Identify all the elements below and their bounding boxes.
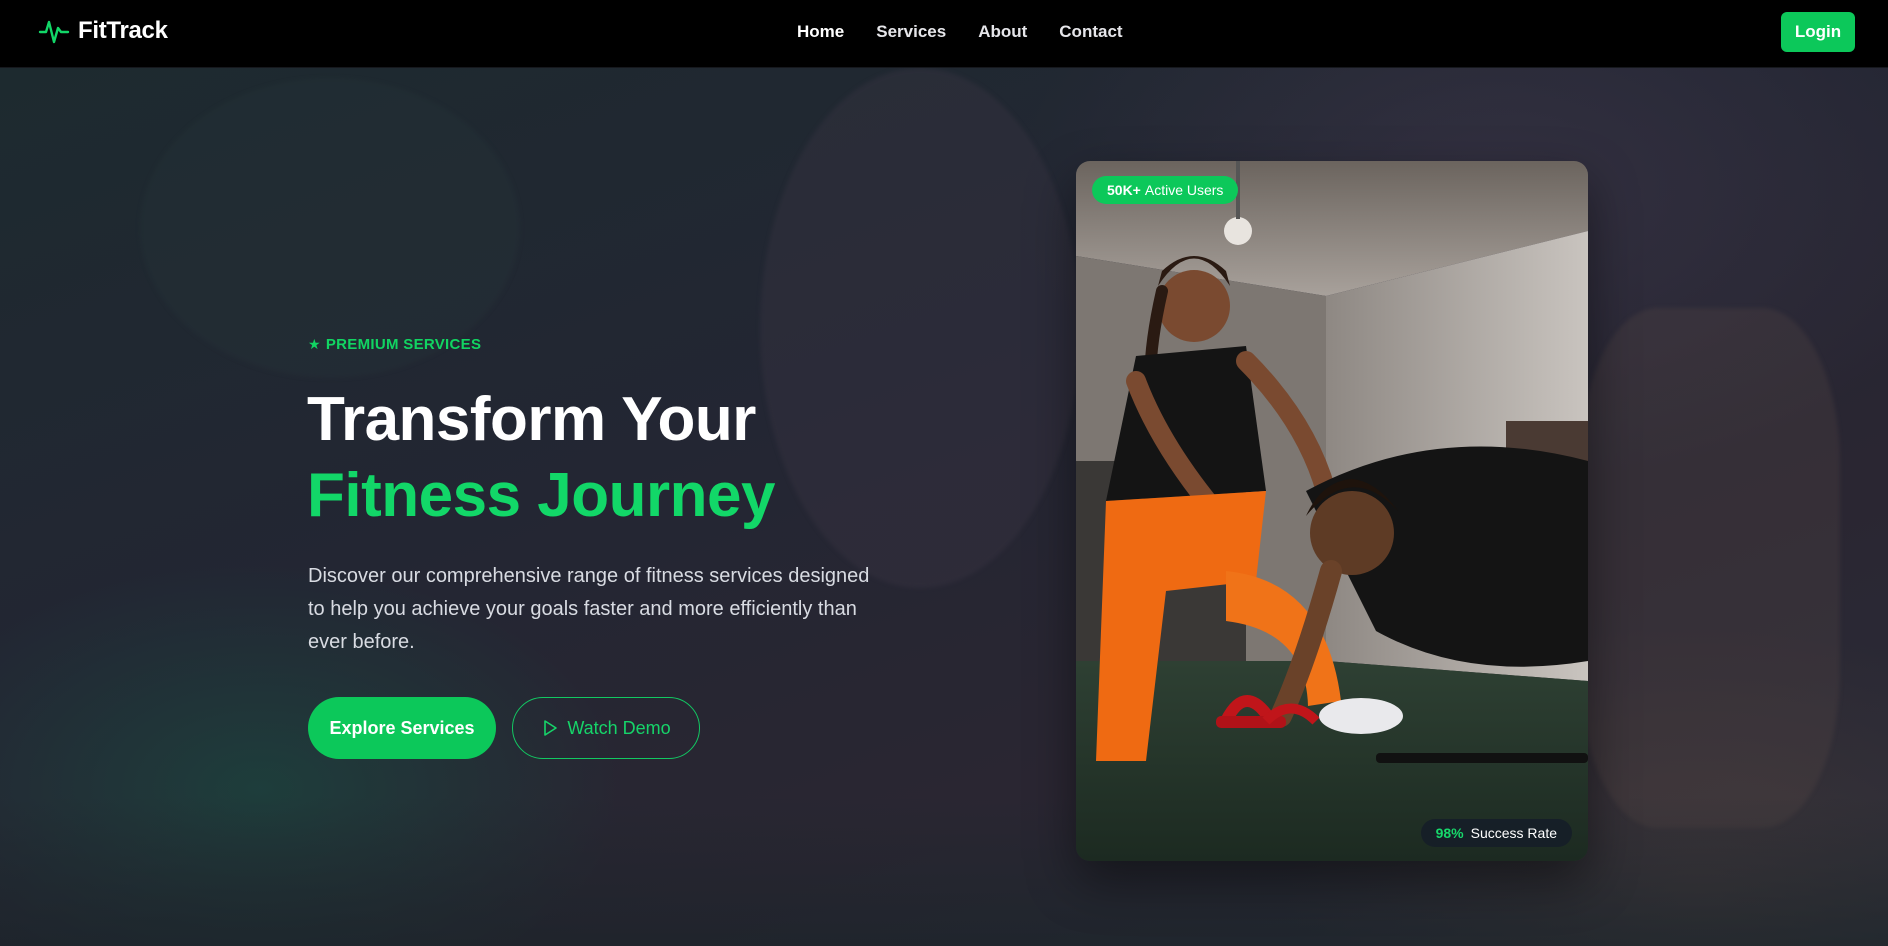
hero-background-shape xyxy=(760,68,1080,588)
headline-line-1: Transform Your xyxy=(307,385,756,454)
brand-logo[interactable]: FitTrack xyxy=(38,15,168,47)
eyebrow-label: PREMIUM SERVICES xyxy=(325,336,482,353)
star-icon: ★ xyxy=(308,336,321,352)
hero-description: Discover our comprehensive range of fitn… xyxy=(308,565,870,653)
pulse-icon xyxy=(38,20,70,44)
nav-links: Home Services About Contact xyxy=(797,22,1123,42)
trainer-photo xyxy=(1076,161,1588,861)
hero-background-shape xyxy=(140,78,520,378)
play-icon xyxy=(544,720,558,736)
hero-background-shape xyxy=(1580,308,1840,828)
success-rate-badge: 98% Success Rate xyxy=(1420,819,1572,847)
navbar: FitTrack Home Services About Contact Log… xyxy=(0,0,1888,68)
headline-line-2: Fitness Journey xyxy=(307,461,775,530)
nav-link-about[interactable]: About xyxy=(978,22,1027,42)
active-users-badge: 50K+ Active Users xyxy=(1092,176,1239,204)
success-rate-label: Success Rate xyxy=(1470,825,1557,841)
active-users-label: Active Users xyxy=(1144,182,1224,198)
watch-demo-label: Watch Demo xyxy=(567,717,671,738)
success-rate-value: 98% xyxy=(1435,825,1464,841)
watch-demo-button[interactable]: Watch Demo xyxy=(512,697,700,759)
nav-link-contact[interactable]: Contact xyxy=(1059,22,1122,42)
login-button[interactable]: Login xyxy=(1781,12,1855,52)
hero-background-floor xyxy=(0,796,1888,946)
nav-link-home[interactable]: Home xyxy=(797,22,844,42)
explore-services-button[interactable]: Explore Services xyxy=(308,697,496,759)
nav-link-services[interactable]: Services xyxy=(876,22,946,42)
hero-section xyxy=(0,68,1888,946)
hero-headline: Transform Your Fitness Journey xyxy=(307,382,775,534)
hero-eyebrow: ★ PREMIUM SERVICES xyxy=(308,336,481,353)
active-users-value: 50K+ xyxy=(1107,182,1141,198)
hero-photo-card: 50K+ Active Users 98% Success Rate xyxy=(1076,161,1588,861)
brand-name: FitTrack xyxy=(78,17,168,44)
